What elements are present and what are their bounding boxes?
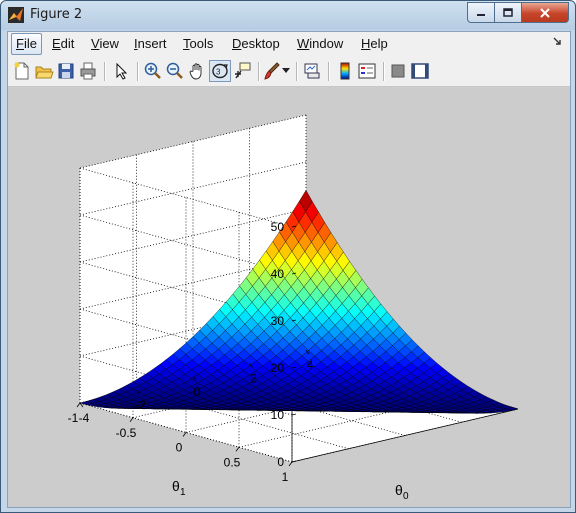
title-bar[interactable]: Figure 2: [1, 1, 575, 29]
close-icon: [540, 7, 550, 18]
y-axis-label: θ 1: [172, 478, 186, 498]
zoom-out-icon[interactable]: [165, 61, 185, 81]
tick-mark-y: [288, 461, 293, 467]
zoom-in-icon[interactable]: [143, 61, 163, 81]
x-axis-label: θ 0: [395, 482, 409, 502]
matlab-logo-icon: [8, 7, 24, 23]
figure-window: Figure 2 File Edit View Insert Tools Des…: [0, 0, 576, 513]
z-tick-label: 10: [271, 408, 285, 422]
x-axis-label-subscript: 0: [403, 491, 409, 502]
x-tick-label: 2: [250, 371, 257, 385]
toolbar-separator: [383, 62, 385, 81]
menu-help-mnemonic: H: [361, 36, 371, 51]
insert-legend-icon[interactable]: [357, 61, 377, 81]
insert-colorbar-icon[interactable]: [335, 61, 355, 81]
tick-mark-y: [76, 402, 81, 408]
x-tick-label: -2: [135, 398, 146, 412]
rotate-3d-icon: 3: [212, 63, 228, 79]
y-tick-label: 1: [282, 470, 289, 484]
pan-hand-icon[interactable]: [187, 61, 207, 81]
menu-tools-mnemonic: T: [183, 36, 190, 51]
save-icon[interactable]: [56, 61, 76, 81]
open-file-icon[interactable]: [34, 61, 54, 81]
menu-desktop[interactable]: Desktop: [228, 35, 284, 53]
window-title: Figure 2: [30, 7, 83, 22]
figure-canvas[interactable]: 0 10 20 30 40 50 -4 -2 0 2 4 -1 -0.5 0 0.5 1 θ 0 θ 1: [8, 87, 570, 507]
svg-text:3: 3: [216, 68, 221, 77]
tick-mark-y: [235, 447, 240, 452]
show-plot-tools-icon[interactable]: [410, 61, 430, 81]
z-tick-label: 20: [271, 361, 285, 375]
y-tick-label: 0.5: [224, 455, 241, 469]
window-controls: [467, 2, 569, 23]
menu-help[interactable]: Help: [357, 35, 392, 53]
y-axis-label-symbol: θ: [172, 478, 180, 494]
menu-edit[interactable]: Edit: [48, 35, 78, 53]
minimize-icon: [477, 13, 485, 16]
figure-toolbar: 3: [8, 56, 570, 87]
rotate-3d-button[interactable]: 3: [209, 60, 231, 82]
menu-view[interactable]: View: [87, 35, 123, 53]
brush-dropdown-icon[interactable]: [282, 68, 290, 74]
menu-window-mnemonic: W: [297, 36, 310, 51]
menu-insert-mnemonic: I: [134, 36, 138, 51]
z-tick-label: 40: [271, 267, 285, 281]
y-axis-label-subscript: 1: [180, 487, 186, 498]
menu-insert[interactable]: Insert: [130, 35, 171, 53]
y-tick-label: -0.5: [116, 426, 137, 440]
x-tick-label: -4: [79, 411, 90, 425]
toolbar-separator: [258, 62, 260, 81]
link-plot-icon[interactable]: [302, 61, 322, 81]
brush-icon[interactable]: [262, 61, 282, 81]
surface-plot[interactable]: 01020304050-4-2024-1-0.500.51 θ 0 θ 1: [8, 87, 570, 507]
maximize-icon: [503, 7, 513, 17]
toolbar-separator: [137, 62, 139, 81]
menu-tools[interactable]: Tools: [179, 35, 217, 53]
edit-plot-arrow-icon[interactable]: [111, 61, 131, 81]
y-tick-label: 0: [176, 441, 183, 455]
x-axis-label-symbol: θ: [395, 482, 403, 498]
z-tick-label: 50: [271, 220, 285, 234]
maximize-button[interactable]: [495, 2, 522, 23]
hide-plot-tools-icon[interactable]: [388, 61, 408, 81]
dock-arrow-icon[interactable]: [552, 36, 562, 46]
close-button[interactable]: [522, 2, 569, 23]
minimize-button[interactable]: [467, 2, 495, 23]
z-tick-label: 0: [277, 455, 284, 469]
new-figure-icon[interactable]: [12, 61, 32, 81]
toolbar-separator: [296, 62, 298, 81]
x-tick-label: 4: [307, 358, 314, 372]
menu-view-mnemonic: V: [91, 36, 100, 51]
toolbar-separator: [328, 62, 330, 81]
figure-client-area: File Edit View Insert Tools Desktop Wind…: [7, 31, 571, 508]
tick-mark-y: [182, 432, 187, 437]
data-cursor-icon[interactable]: [233, 61, 253, 81]
menu-bar: File Edit View Insert Tools Desktop Wind…: [8, 32, 570, 56]
toolbar-separator: [104, 62, 106, 81]
menu-file-mnemonic: F: [16, 36, 24, 51]
x-tick-label: 0: [194, 385, 201, 399]
z-tick-label: 30: [271, 314, 285, 328]
menu-file[interactable]: File: [11, 33, 42, 55]
y-tick-label: -1: [68, 411, 79, 425]
tick-mark-y: [129, 417, 134, 422]
menu-window[interactable]: Window: [293, 35, 347, 53]
menu-desktop-mnemonic: D: [232, 36, 242, 51]
menu-edit-mnemonic: E: [52, 36, 61, 51]
print-icon[interactable]: [78, 61, 98, 81]
